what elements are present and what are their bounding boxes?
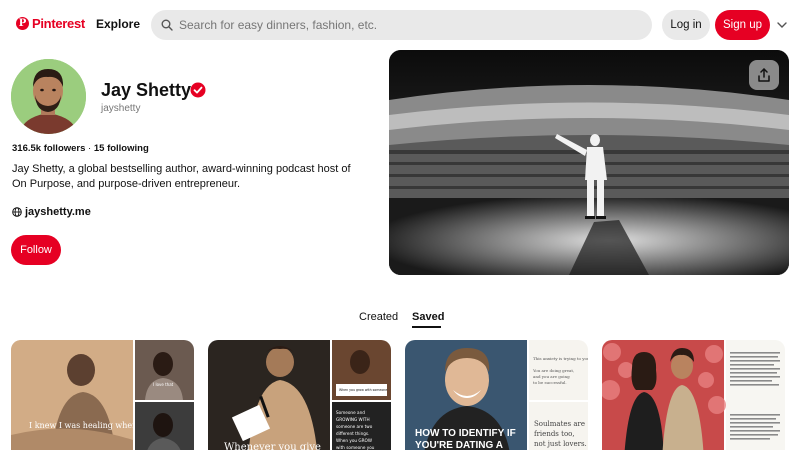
board-side-text: I love that — [153, 382, 174, 387]
pinterest-logo[interactable]: P Pinterest — [16, 16, 85, 31]
pinterest-logo-icon: P — [16, 17, 29, 30]
board-card[interactable]: HOW TO IDENTIFY IF YOU'RE DATING A This … — [405, 340, 588, 450]
board-side-text: Soulmates are — [534, 420, 585, 428]
board-side-text: with someone you — [336, 445, 375, 450]
followers-count[interactable]: 316.5k followers — [12, 143, 85, 154]
board-side-text: When you grow with someone — [339, 388, 387, 392]
search-bar[interactable] — [151, 10, 652, 40]
board-card[interactable] — [602, 340, 785, 450]
share-icon — [758, 68, 770, 82]
tab-active-indicator — [412, 326, 441, 328]
explore-link[interactable]: Explore — [96, 17, 140, 31]
website-text: jayshetty.me — [25, 206, 91, 218]
board-card[interactable]: Whenever you give When you grow with som… — [208, 340, 391, 450]
board-side-text: not just lovers. — [534, 440, 587, 448]
search-icon — [161, 19, 173, 31]
profile-bio: Jay Shetty, a global bestselling author,… — [12, 163, 351, 190]
board-card[interactable]: I knew I was healing when... I love that — [11, 340, 194, 450]
following-count[interactable]: 15 following — [94, 143, 149, 154]
board-caption: Whenever you give — [224, 442, 321, 450]
follow-button[interactable]: Follow — [11, 235, 61, 265]
board-side-text: This anxiety is trying to you. — [533, 356, 588, 361]
tab-created[interactable]: Created — [359, 311, 398, 323]
board-side-text: You are doing great, — [532, 368, 574, 373]
board-caption: YOU'RE DATING A — [415, 440, 503, 450]
board-side-text: When you GROW — [336, 438, 372, 443]
board-side-text: different things. — [336, 431, 369, 436]
board-side-text: to be successful. — [533, 380, 567, 385]
follow-stats: 316.5k followers · 15 following — [12, 143, 149, 154]
board-side-text: and you are going — [533, 374, 570, 379]
board-caption: HOW TO IDENTIFY IF — [415, 428, 516, 439]
board-side-text: friends too, — [534, 430, 575, 438]
chevron-down-icon[interactable] — [776, 19, 788, 31]
tab-saved[interactable]: Saved — [412, 311, 444, 323]
share-button[interactable] — [749, 60, 779, 90]
board-side-text: someone are two — [336, 424, 373, 429]
website-link[interactable]: jayshetty.me — [12, 206, 91, 218]
board-side-text: Someone and — [336, 410, 365, 415]
login-button[interactable]: Log in — [662, 10, 710, 40]
signup-button[interactable]: Sign up — [715, 10, 770, 40]
search-input[interactable] — [179, 18, 639, 32]
board-caption: I knew I was healing when... — [29, 421, 145, 430]
cover-image — [389, 50, 789, 275]
globe-icon — [12, 207, 22, 217]
profile-name: Jay Shetty — [101, 80, 192, 100]
profile-handle: jayshetty — [101, 103, 141, 114]
stats-separator: · — [85, 143, 94, 154]
verified-badge-icon — [190, 82, 206, 98]
avatar — [11, 59, 86, 134]
top-nav: P Pinterest Explore Log in Sign up — [0, 0, 800, 50]
pinterest-logo-text: Pinterest — [32, 16, 85, 31]
board-side-text: GROWING WITH — [336, 417, 370, 422]
